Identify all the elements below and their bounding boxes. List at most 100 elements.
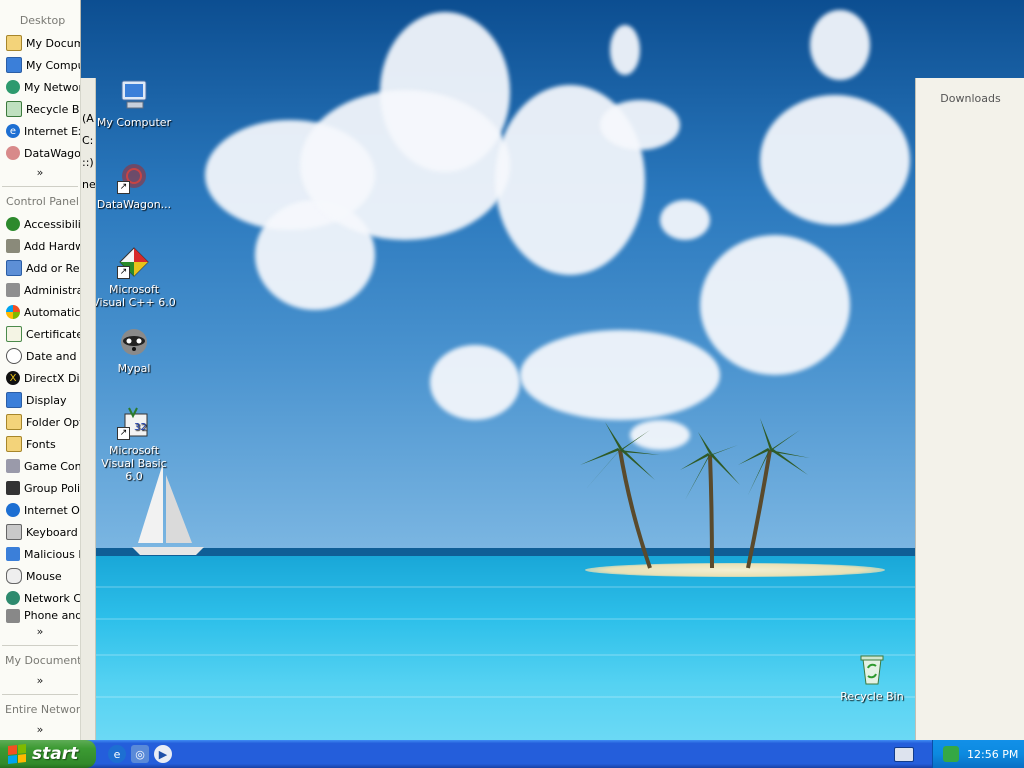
browser-icon[interactable]: ◎ xyxy=(131,745,149,763)
taskbar[interactable]: start e ◎ ▶ 12:56 PM xyxy=(0,740,1024,768)
recycle-bin-icon xyxy=(855,652,889,686)
bar-item-my-network[interactable]: My Network Places xyxy=(0,76,80,98)
clipped-text: nel xyxy=(82,178,96,191)
bar-item-my-computer[interactable]: My Computer xyxy=(0,54,80,76)
mouse-icon xyxy=(6,568,22,584)
section-divider xyxy=(2,645,78,646)
bar-item-label: Game Controllers xyxy=(24,459,80,473)
bar-item-group-policy[interactable]: Group Policy xyxy=(0,477,80,499)
add-hardware-icon xyxy=(6,239,20,253)
my-computer-icon xyxy=(117,78,151,112)
desktop-icon-label: Recycle Bin xyxy=(840,690,904,703)
mypal-raccoon-icon xyxy=(117,324,151,358)
bar-item-fonts[interactable]: Fonts xyxy=(0,433,80,455)
svg-text:32: 32 xyxy=(134,422,147,433)
recycle-bin-icon xyxy=(6,101,22,117)
bar-item-label: Internet Explorer xyxy=(24,124,80,138)
clipped-text: (A xyxy=(82,112,94,125)
left-explorer-bar[interactable]: Desktop My Documents My Computer My Netw… xyxy=(0,0,81,740)
desktop-icon-visual-cpp[interactable]: ↗ Microsoft Visual C++ 6.0 xyxy=(92,245,176,309)
certificate-icon xyxy=(6,326,22,342)
shortcut-arrow-icon: ↗ xyxy=(117,266,130,279)
desktop-icon-visual-basic[interactable]: 32 ↗ Microsoft Visual Basic 6.0 xyxy=(92,406,176,483)
bar-item-label: Malicious Removal xyxy=(24,547,80,561)
visual-basic-icon: 32 ↗ xyxy=(117,406,151,440)
expand-more-button[interactable]: » xyxy=(0,721,80,739)
section-title-entire-network: Entire Network xyxy=(5,703,81,716)
desktop-icon-my-computer[interactable]: My Computer xyxy=(92,78,176,129)
bar-item-my-documents[interactable]: My Documents xyxy=(0,32,80,54)
wallpaper-cloud xyxy=(660,200,710,240)
bar-item-add-remove-programs[interactable]: Add or Remove Programs xyxy=(0,257,80,279)
bar-item-mouse[interactable]: Mouse xyxy=(0,565,80,587)
bar-item-folder-options[interactable]: Folder Options xyxy=(0,411,80,433)
bar-item-label: Keyboard xyxy=(26,525,78,539)
bar-item-accessibility[interactable]: Accessibility Options xyxy=(0,213,80,235)
bar-item-malicious-removal[interactable]: Malicious Removal xyxy=(0,543,80,565)
expand-more-button[interactable]: » xyxy=(0,623,80,641)
datawagon-icon: ↗ xyxy=(117,160,151,194)
datawagon-icon xyxy=(6,146,20,160)
bar-item-certificate[interactable]: Certificate Manager xyxy=(0,323,80,345)
section-divider xyxy=(2,186,78,187)
wallpaper-cloud xyxy=(300,90,510,240)
bar-item-label: DirectX Diagnostic xyxy=(24,371,80,385)
bar-item-label: Mouse xyxy=(26,569,62,583)
clock[interactable]: 12:56 PM xyxy=(967,748,1018,761)
wallpaper-cloud xyxy=(700,235,850,375)
network-icon[interactable] xyxy=(943,746,959,762)
expand-more-button[interactable]: » xyxy=(0,164,80,182)
desktop-icon-label: DataWagon... xyxy=(96,198,172,211)
date-time-icon xyxy=(6,348,22,364)
network-connections-icon xyxy=(6,591,20,605)
directx-icon: X xyxy=(6,371,20,385)
downloads-bar[interactable]: Downloads xyxy=(915,78,1024,740)
desktop-icon-datawagon[interactable]: ↗ DataWagon... xyxy=(92,160,176,211)
bar-item-label: Display xyxy=(26,393,67,407)
internet-explorer-icon: e xyxy=(6,124,20,138)
bar-item-keyboard[interactable]: Keyboard xyxy=(0,521,80,543)
media-player-icon[interactable]: ▶ xyxy=(154,745,172,763)
bar-item-display[interactable]: Display xyxy=(0,389,80,411)
start-button[interactable]: start xyxy=(0,740,96,768)
internet-options-icon xyxy=(6,503,20,517)
bar-item-label: Administrative Tools xyxy=(24,283,80,297)
keyboard-icon[interactable] xyxy=(894,747,914,762)
bar-item-date-time[interactable]: Date and Time xyxy=(0,345,80,367)
clipped-text: ::) xyxy=(82,156,94,169)
bar-item-label: Add or Remove Programs xyxy=(26,261,80,275)
bar-item-administrative-tools[interactable]: Administrative Tools xyxy=(0,279,80,301)
bar-item-label: Fonts xyxy=(26,437,56,451)
wallpaper-sea xyxy=(0,556,1024,740)
bar-item-label: Folder Options xyxy=(26,415,80,429)
fonts-icon xyxy=(6,436,22,452)
bar-item-recycle-bin[interactable]: Recycle Bin xyxy=(0,98,80,120)
bar-item-label: Date and Time xyxy=(26,349,80,363)
folder-options-icon xyxy=(6,414,22,430)
keyboard-icon xyxy=(6,524,22,540)
desktop-icon-mypal[interactable]: Mypal xyxy=(92,324,176,375)
downloads-title: Downloads xyxy=(940,92,1001,105)
desktop-icon-recycle-bin[interactable]: Recycle Bin xyxy=(830,652,914,703)
bar-item-game-controllers[interactable]: Game Controllers xyxy=(0,455,80,477)
bar-item-automatic-updates[interactable]: Automatic Updates xyxy=(0,301,80,323)
bar-item-directx[interactable]: X DirectX Diagnostic xyxy=(0,367,80,389)
bar-item-add-hardware[interactable]: Add Hardware xyxy=(0,235,80,257)
administrative-tools-icon xyxy=(6,283,20,297)
bar-item-label: Accessibility Options xyxy=(24,217,80,231)
expand-more-button[interactable]: » xyxy=(0,672,80,690)
bar-item-label: My Network Places xyxy=(24,80,80,94)
bar-item-internet-explorer[interactable]: e Internet Explorer xyxy=(0,120,80,142)
bar-item-phone-modem[interactable]: Phone and Modem xyxy=(0,609,80,623)
add-remove-programs-icon xyxy=(6,260,22,276)
bar-item-datawagon[interactable]: DataWagon xyxy=(0,142,80,164)
internet-explorer-icon[interactable]: e xyxy=(108,745,126,763)
bar-item-label: Internet Options xyxy=(24,503,80,517)
bar-item-network-connections[interactable]: Network Connections xyxy=(0,587,80,609)
bar-item-label: My Computer xyxy=(26,58,80,72)
hidden-panel-strip[interactable]: (A C: ::) nel xyxy=(80,78,96,740)
desktop[interactable]: My Computer ↗ DataWagon... ↗ Microsoft V… xyxy=(0,0,1024,740)
wallpaper-cloud xyxy=(600,100,680,150)
bar-item-internet-options[interactable]: Internet Options xyxy=(0,499,80,521)
my-computer-icon xyxy=(6,57,22,73)
